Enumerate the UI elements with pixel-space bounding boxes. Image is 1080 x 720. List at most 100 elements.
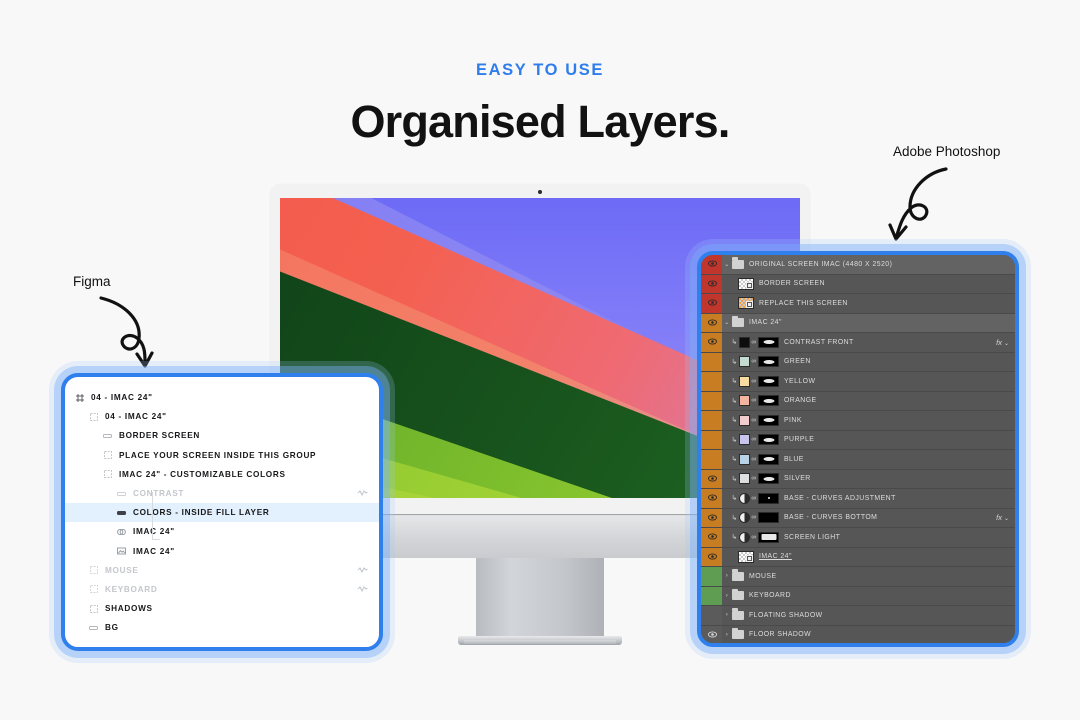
layer-mask-thumbnail[interactable] <box>758 375 779 387</box>
adjustment-layer-icon <box>739 492 750 504</box>
layer-mask-thumbnail[interactable] <box>758 531 779 543</box>
photoshop-layer-row[interactable]: ⌄ IMAC 24" <box>701 313 1015 333</box>
layer-mask-thumbnail[interactable] <box>758 512 779 524</box>
smart-object-thumbnail <box>738 297 754 310</box>
clipping-mask-icon: ↳ <box>731 417 738 425</box>
folder-icon <box>732 315 744 328</box>
layer-mask-thumbnail[interactable] <box>758 356 779 368</box>
photoshop-layer-row[interactable]: ↳ ∞ BASE - CURVES BOTTOM fx ⌄ <box>701 508 1015 528</box>
link-icon[interactable]: ∞ <box>750 397 758 404</box>
photoshop-layer-row[interactable]: ⌄ ORIGINAL SCREEN IMAC (4480 X 2520) <box>701 255 1015 275</box>
photoshop-layer-row[interactable]: IMAC 24" <box>701 547 1015 567</box>
layer-mask-thumbnail[interactable] <box>758 395 779 407</box>
photoshop-layer-row[interactable]: ↳ ∞ PINK <box>701 411 1015 431</box>
figma-row[interactable]: CONTRAST <box>65 484 379 503</box>
layer-mask-thumbnail[interactable] <box>758 453 779 465</box>
photoshop-layer-row[interactable]: ↳ ∞ ORANGE <box>701 391 1015 411</box>
figma-row[interactable]: 04 - IMAC 24" <box>65 407 379 426</box>
chevron-right-icon[interactable]: › <box>722 593 732 599</box>
fill-swatch <box>739 395 750 407</box>
figma-row[interactable]: PLACE YOUR SCREEN INSIDE THIS GROUP <box>65 446 379 465</box>
chevron-down-icon[interactable]: ⌄ <box>722 319 732 326</box>
photoshop-layer-row[interactable]: REPLACE THIS SCREEN <box>701 294 1015 314</box>
poster-canvas: EASY TO USE Organised Layers. Figma Adob… <box>0 0 1080 720</box>
fill-swatch <box>739 356 750 368</box>
photoshop-layer-row[interactable]: ↳ ∞ CONTRAST FRONT fx ⌄ <box>701 333 1015 353</box>
figma-row-selected[interactable]: COLORS - INSIDE FILL LAYER <box>65 503 379 523</box>
figma-row[interactable]: IMAC 24" <box>65 542 379 561</box>
photoshop-layer-row[interactable]: ↳ ∞ YELLOW <box>701 372 1015 392</box>
link-icon[interactable]: ∞ <box>750 436 758 443</box>
photoshop-layer-row[interactable]: ↳ ∞ GREEN <box>701 352 1015 372</box>
figma-layers-panel[interactable]: 04 - IMAC 24" 04 - IMAC 24" BORDER SCREE… <box>61 373 383 651</box>
figma-row[interactable]: BG <box>65 618 379 637</box>
figma-layer-list: 04 - IMAC 24" 04 - IMAC 24" BORDER SCREE… <box>65 377 379 637</box>
effects-indicator[interactable]: fx ⌄ <box>996 513 1009 522</box>
figma-row[interactable]: SHADOWS <box>65 599 379 618</box>
fill-swatch <box>739 414 750 426</box>
link-icon[interactable]: ∞ <box>750 534 758 541</box>
layer-mask-thumbnail[interactable] <box>758 492 779 504</box>
figma-panel-title-row[interactable]: 04 - IMAC 24" <box>65 388 379 407</box>
folder-icon <box>732 569 744 581</box>
link-icon[interactable]: ∞ <box>750 417 758 424</box>
figma-row[interactable]: MOUSE <box>65 561 379 580</box>
layer-mask-thumbnail[interactable] <box>758 473 779 485</box>
effects-indicator[interactable]: fx ⌄ <box>996 338 1009 347</box>
visibility-toggle[interactable] <box>701 645 722 647</box>
figma-tree-connector <box>152 492 160 540</box>
clipping-mask-icon: ↳ <box>731 339 738 347</box>
photoshop-layer-row[interactable]: › KEYBOARD <box>701 586 1015 606</box>
layer-color-label <box>701 352 722 371</box>
layer-name: ORANGE <box>784 397 817 405</box>
link-icon[interactable]: ∞ <box>750 514 758 521</box>
layer-color-label <box>701 586 722 605</box>
eye-icon <box>707 260 717 268</box>
link-icon[interactable]: ∞ <box>750 339 758 346</box>
mask-icon <box>357 489 368 498</box>
link-icon[interactable]: ∞ <box>750 358 758 365</box>
photoshop-layer-row[interactable]: ↳ ∞ SILVER <box>701 469 1015 489</box>
figma-row[interactable]: BORDER SCREEN <box>65 426 379 445</box>
layer-name: BORDER SCREEN <box>759 280 825 288</box>
fill-swatch <box>739 336 750 348</box>
photoshop-layer-row[interactable]: ↳ ∞ BASE - CURVES ADJUSTMENT <box>701 489 1015 509</box>
photoshop-layer-row[interactable]: › FLOOR SHADOW <box>701 625 1015 643</box>
curved-arrow-icon <box>888 167 948 241</box>
eye-icon <box>707 280 717 288</box>
photoshop-layer-row[interactable]: ↳ ∞ PURPLE <box>701 430 1015 450</box>
figma-row[interactable]: IMAC 24" <box>65 522 379 541</box>
chevron-down-icon[interactable]: ⌄ <box>722 261 732 268</box>
layer-mask-thumbnail[interactable] <box>758 336 779 348</box>
eye-icon <box>707 299 717 307</box>
frame-icon <box>87 566 100 575</box>
photoshop-layers-panel[interactable]: ⌄ ORIGINAL SCREEN IMAC (4480 X 2520) BOR… <box>697 251 1019 647</box>
eye-icon <box>707 514 717 522</box>
frame-icon <box>87 604 100 613</box>
clipping-mask-icon: ↳ <box>731 514 738 522</box>
camera-icon <box>538 190 542 194</box>
figma-row-label: CONTRAST <box>133 489 185 499</box>
figma-row-label: PLACE YOUR SCREEN INSIDE THIS GROUP <box>119 450 317 460</box>
layer-name: BASE - CURVES ADJUSTMENT <box>784 494 896 502</box>
figma-row[interactable]: KEYBOARD <box>65 580 379 599</box>
figma-row[interactable]: IMAC 24" - CUSTOMIZABLE COLORS <box>65 465 379 484</box>
link-icon[interactable]: ∞ <box>750 456 758 463</box>
photoshop-layer-row[interactable]: › MOUSE <box>701 567 1015 587</box>
link-icon[interactable]: ∞ <box>750 475 758 482</box>
photoshop-layer-row[interactable]: ↳ ∞ BLUE <box>701 450 1015 470</box>
photoshop-layer-row[interactable]: BORDER SCREEN <box>701 274 1015 294</box>
photoshop-layer-row[interactable]: › FLOATING SHADOW <box>701 606 1015 626</box>
layer-mask-thumbnail[interactable] <box>758 414 779 426</box>
folder-icon <box>732 588 744 601</box>
chevron-right-icon[interactable]: › <box>722 632 732 638</box>
chevron-right-icon[interactable]: › <box>722 612 732 618</box>
photoshop-layer-row[interactable]: ↳ ∞ SCREEN LIGHT <box>701 528 1015 548</box>
chevron-right-icon[interactable]: › <box>722 573 732 579</box>
layer-mask-thumbnail[interactable] <box>758 434 779 446</box>
link-icon[interactable]: ∞ <box>750 495 758 502</box>
photoshop-layer-row[interactable]: › BG <box>701 645 1015 647</box>
smart-object-thumbnail <box>738 277 754 290</box>
link-icon[interactable]: ∞ <box>750 378 758 385</box>
eye-icon <box>707 319 717 327</box>
